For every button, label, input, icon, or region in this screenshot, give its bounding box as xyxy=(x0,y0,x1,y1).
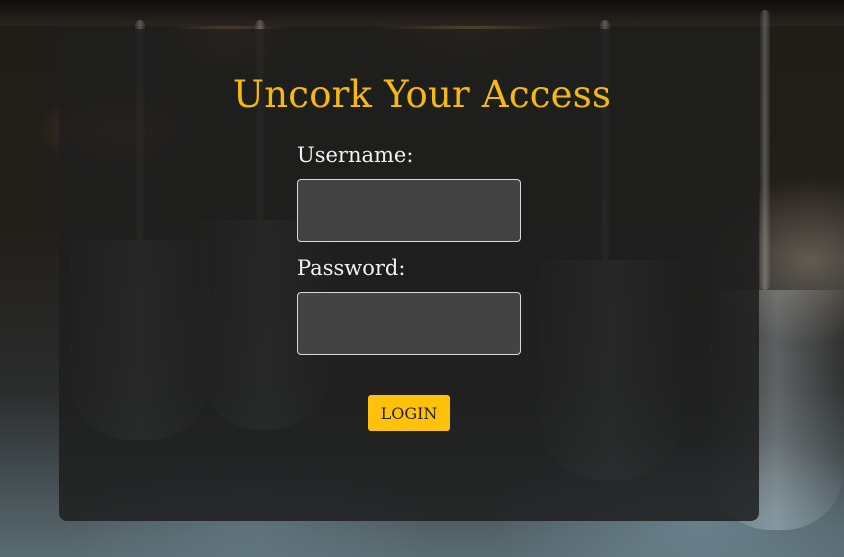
password-label: Password: xyxy=(297,256,406,280)
glass-stem xyxy=(760,10,770,290)
username-input[interactable] xyxy=(297,179,521,242)
bar-shelf xyxy=(0,0,844,26)
password-input[interactable] xyxy=(297,292,521,355)
page-title: Uncork Your Access xyxy=(232,73,612,116)
username-label: Username: xyxy=(297,143,414,167)
login-button[interactable]: LOGIN xyxy=(368,395,450,431)
